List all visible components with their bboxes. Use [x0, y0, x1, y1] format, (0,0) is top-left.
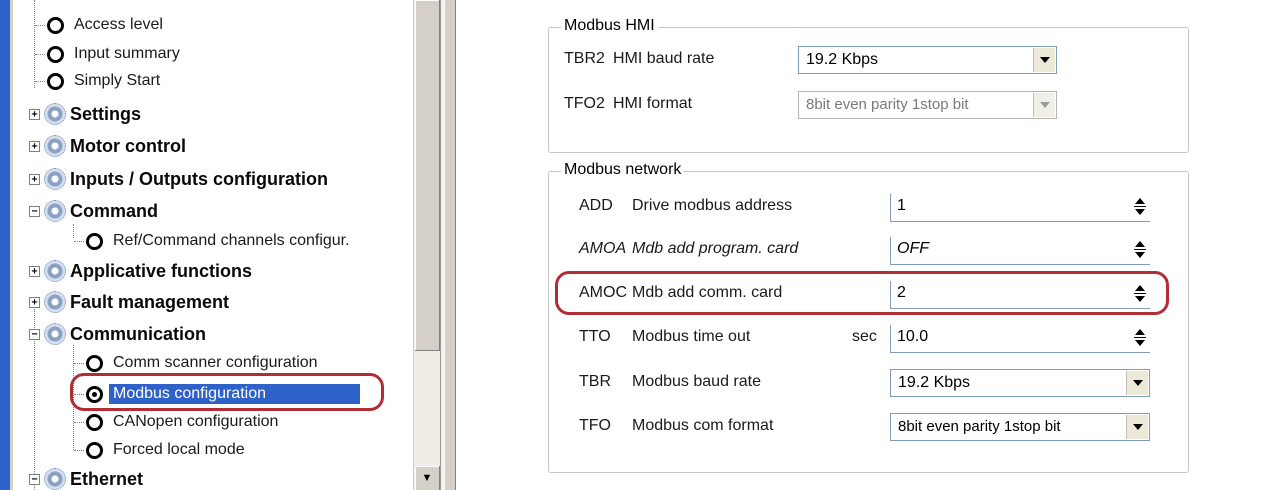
gear-icon — [44, 323, 66, 345]
drive-modbus-address-spinner[interactable]: 1 — [890, 194, 1150, 222]
scroll-down-arrow-icon[interactable]: ▼ — [415, 466, 440, 490]
mdb-add-program-card-spinner[interactable]: OFF — [890, 237, 1150, 265]
tree-scrollbar[interactable]: ▼ — [413, 0, 440, 490]
tree-category-fault-management[interactable]: + Fault management — [29, 287, 229, 317]
gear-icon — [44, 260, 66, 282]
tree-category-command[interactable]: − Command — [29, 196, 158, 226]
param-unit-tto: sec — [852, 328, 877, 345]
tree-item-forced-local-mode[interactable]: Forced local mode — [74, 435, 245, 465]
param-label-tfo2: HMI format — [613, 95, 693, 112]
tree-item-ref-command-channels[interactable]: Ref/Command channels configur. — [74, 226, 350, 256]
param-code-tto: TTO — [579, 328, 611, 345]
param-label-tfo: Modbus com format — [632, 417, 774, 434]
chevron-down-icon — [1033, 93, 1055, 117]
spin-arrows-icon[interactable] — [1132, 239, 1148, 261]
modbus-baud-rate-select[interactable]: 19.2 Kbps — [890, 369, 1150, 397]
collapse-icon[interactable]: − — [29, 205, 40, 217]
tree-category-communication[interactable]: − Communication — [29, 319, 206, 349]
tree-item-simply-start[interactable]: Simply Start — [35, 66, 160, 96]
radio-icon — [47, 45, 64, 63]
gear-icon — [44, 200, 66, 222]
radio-icon — [86, 413, 103, 431]
param-code-add: ADD — [579, 197, 613, 214]
param-code-tbr: TBR — [579, 373, 611, 390]
param-label-tbr2: HMI baud rate — [613, 50, 715, 67]
modbus-network-legend: Modbus network — [561, 161, 685, 179]
spin-arrows-icon[interactable] — [1132, 196, 1148, 218]
param-code-amoa: AMOA — [579, 240, 627, 257]
scrollbar-thumb[interactable] — [415, 0, 440, 351]
gear-icon — [44, 468, 66, 490]
gear-icon — [44, 135, 66, 157]
gear-icon — [44, 168, 66, 190]
window-edge — [0, 0, 10, 490]
gear-icon — [44, 291, 66, 313]
spin-arrows-icon[interactable] — [1132, 327, 1148, 349]
radio-icon — [47, 16, 64, 34]
param-label-tbr: Modbus baud rate — [632, 373, 761, 390]
radio-icon — [47, 72, 64, 90]
modbus-network-group: Modbus network ADD Drive modbus address … — [548, 161, 1189, 473]
tree-item-access-level[interactable]: Access level — [35, 10, 163, 40]
splitter-handle[interactable] — [444, 0, 456, 490]
expand-icon[interactable]: + — [29, 173, 40, 185]
tree-category-io-configuration[interactable]: + Inputs / Outputs configuration — [29, 164, 328, 194]
param-code-tfo: TFO — [579, 417, 611, 434]
chevron-down-icon[interactable] — [1126, 371, 1148, 395]
collapse-icon[interactable]: − — [29, 473, 40, 485]
radio-icon — [86, 232, 103, 250]
tree-category-applicative-functions[interactable]: + Applicative functions — [29, 256, 252, 286]
tree-category-motor-control[interactable]: + Motor control — [29, 131, 186, 161]
hmi-format-select: 8bit even parity 1stop bit — [798, 91, 1057, 119]
tree-category-ethernet[interactable]: − Ethernet — [29, 464, 143, 490]
param-label-amoa: Mdb add program. card — [632, 240, 799, 257]
gear-icon — [44, 103, 66, 125]
expand-icon[interactable]: + — [29, 296, 40, 308]
tree-highlight-annotation — [70, 373, 384, 411]
modbus-hmi-legend: Modbus HMI — [561, 17, 658, 35]
tree-item-canopen-configuration[interactable]: CANopen configuration — [74, 407, 278, 437]
amoc-highlight-annotation — [555, 271, 1169, 315]
expand-icon[interactable]: + — [29, 265, 40, 277]
expand-icon[interactable]: + — [29, 140, 40, 152]
chevron-down-icon[interactable] — [1126, 415, 1148, 439]
radio-icon — [86, 441, 103, 459]
modbus-hmi-group: Modbus HMI TBR2 HMI baud rate 19.2 Kbps … — [548, 17, 1189, 153]
param-label-add: Drive modbus address — [632, 197, 793, 214]
parameter-panel: Modbus HMI TBR2 HMI baud rate 19.2 Kbps … — [457, 0, 1276, 490]
radio-icon — [86, 354, 103, 372]
modbus-time-out-spinner[interactable]: 10.0 — [890, 325, 1150, 353]
modbus-com-format-select[interactable]: 8bit even parity 1stop bit — [890, 413, 1150, 441]
expand-icon[interactable]: + — [29, 108, 40, 120]
param-label-tto: Modbus time out — [632, 328, 751, 345]
param-code-tbr2: TBR2 — [564, 50, 605, 67]
tree-item-input-summary[interactable]: Input summary — [35, 39, 180, 69]
hmi-baud-rate-select[interactable]: 19.2 Kbps — [798, 46, 1057, 74]
param-code-tfo2: TFO2 — [564, 95, 605, 112]
configuration-tree[interactable]: Access level Input summary Simply Start … — [13, 0, 413, 490]
chevron-down-icon[interactable] — [1033, 48, 1055, 72]
collapse-icon[interactable]: − — [29, 328, 40, 340]
tree-category-settings[interactable]: + Settings — [29, 99, 141, 129]
